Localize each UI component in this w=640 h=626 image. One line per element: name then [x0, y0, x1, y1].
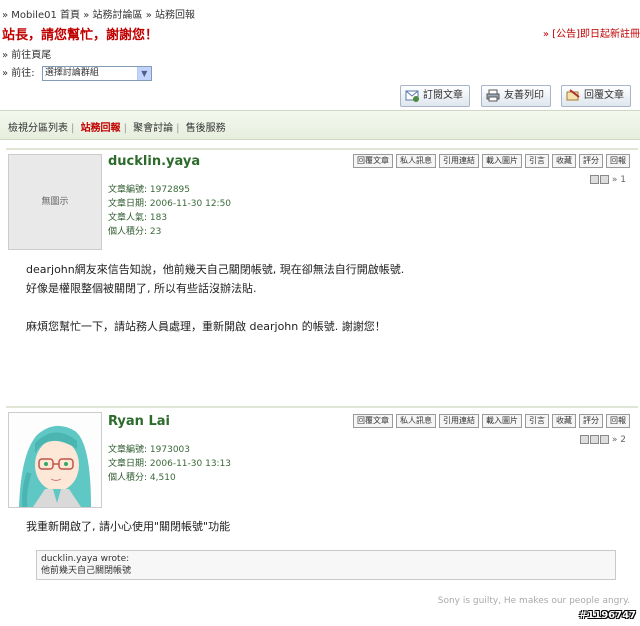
- chevron-down-icon: ▼: [136, 66, 151, 80]
- quote-block: ducklin.yaya wrote: 他前幾天自己關閉帳號: [36, 550, 616, 580]
- post-line: [26, 298, 626, 317]
- load-images-button[interactable]: 載入圖片: [482, 414, 522, 428]
- meta-value: 23: [149, 227, 162, 237]
- quote-button[interactable]: 引言: [525, 414, 549, 428]
- subscribe-button[interactable]: 訂閱文章: [400, 85, 470, 107]
- tab-meetup[interactable]: 聚會討論: [133, 123, 173, 134]
- meta-key: 文章編號:: [108, 445, 148, 455]
- avatar-image: [9, 413, 101, 508]
- print-label: 友善列印: [504, 90, 544, 101]
- tab-subforum-list[interactable]: 檢視分區列表: [8, 123, 68, 134]
- post-meta: 文章編號: 1973003 文章日期: 2006-11-30 13:13 個人積…: [108, 443, 231, 485]
- private-message-button[interactable]: 私人訊息: [396, 154, 436, 168]
- post-body: 我重新開啟了, 請小心使用"關閉帳號"功能: [26, 517, 626, 536]
- load-images-button[interactable]: 載入圖片: [482, 154, 522, 168]
- floor-label: » 1: [611, 175, 626, 185]
- permalink-icon[interactable]: [600, 435, 610, 444]
- reply-label: 回覆文章: [584, 90, 624, 101]
- post-line: dearjohn網友來信告知說，他前幾天自己關閉帳號, 現在卻無法自行開啟帳號.: [26, 263, 405, 276]
- meta-value: 1972895: [149, 185, 191, 195]
- print-button[interactable]: 友善列印: [481, 85, 551, 107]
- post-line: 麻煩您幫忙一下，請站務人員處理，重新開啟 dearjohn 的帳號. 謝謝您！: [26, 320, 386, 333]
- quote-link-button[interactable]: 引用連結: [439, 154, 479, 168]
- goto-label: » 前往:: [2, 68, 35, 79]
- post-actions: 回覆文章 私人訊息 引用連結 載入圖片 引言 收藏 評分 回報: [350, 414, 630, 428]
- rate-button[interactable]: 評分: [579, 414, 603, 428]
- floor-label: » 2: [611, 435, 626, 445]
- meta-key: 個人積分:: [108, 473, 148, 483]
- subscribe-icon: [405, 90, 419, 102]
- post-meta: 文章編號: 1972895 文章日期: 2006-11-30 12:50 文章人…: [108, 183, 231, 239]
- post-author-link[interactable]: Ryan Lai: [108, 414, 170, 429]
- avatar: 無圖示: [8, 154, 102, 250]
- watermark: #1196747: [578, 610, 636, 621]
- signature: Sony is guilty, He makes our people angr…: [437, 596, 630, 606]
- page-title: 站長，請您幫忙，謝謝您！: [2, 28, 159, 43]
- meta-value: 1973003: [149, 445, 191, 455]
- meta-key: 文章日期:: [108, 199, 148, 209]
- bookmark-button[interactable]: 收藏: [552, 154, 576, 168]
- breadcrumb: » Mobile01 首頁 » 站務討論區 » 站務回報: [2, 6, 195, 21]
- breadcrumb-report[interactable]: » 站務回報: [146, 10, 195, 21]
- meta-key: 個人積分:: [108, 227, 148, 237]
- forum-nav-bar: 檢視分區列表 | 站務回報 | 聚會討論 | 售後服務: [0, 110, 640, 140]
- permalink-icon[interactable]: [600, 175, 610, 184]
- meta-value: 183: [149, 213, 168, 223]
- post-author-link[interactable]: ducklin.yaya: [108, 154, 200, 169]
- post-line: 好像是權限整個被關閉了, 所以有些話沒辦法貼.: [26, 282, 257, 295]
- reply-button[interactable]: 回覆文章: [561, 85, 631, 107]
- rate-button[interactable]: 評分: [579, 154, 603, 168]
- floor-number: » 1: [589, 175, 626, 185]
- forum-group-select[interactable]: 選擇討論群組 ▼: [41, 65, 152, 81]
- meta-key: 文章人氣:: [108, 213, 148, 223]
- meta-value: 4,510: [149, 473, 176, 483]
- forum-group-select-value: 選擇討論群組: [44, 67, 99, 78]
- avatar: [8, 412, 102, 508]
- quote-button[interactable]: 引言: [525, 154, 549, 168]
- reply-icon: [566, 89, 580, 101]
- goto-bottom-link[interactable]: » 前往頁尾: [2, 46, 51, 61]
- tab-after-sales[interactable]: 售後服務: [186, 123, 226, 134]
- post-line: 我重新開啟了, 請小心使用"關閉帳號"功能: [26, 520, 231, 533]
- breadcrumb-forum[interactable]: » 站務討論區: [83, 10, 142, 21]
- reply-post-button[interactable]: 回覆文章: [353, 414, 393, 428]
- report-button[interactable]: 回報: [606, 414, 630, 428]
- announcement-link[interactable]: » [公告]即日起新註冊: [543, 25, 640, 40]
- tab-site-report[interactable]: 站務回報: [81, 123, 121, 134]
- report-button[interactable]: 回報: [606, 154, 630, 168]
- printer-icon: [486, 89, 500, 102]
- expand-icon[interactable]: [580, 435, 590, 444]
- breadcrumb-home[interactable]: » Mobile01 首頁: [2, 10, 80, 21]
- quote-author: ducklin.yaya wrote:: [41, 554, 130, 564]
- reply-post-button[interactable]: 回覆文章: [353, 154, 393, 168]
- quote-text: 他前幾天自己關閉帳號: [41, 566, 132, 576]
- floor-number: » 2: [579, 435, 626, 445]
- private-message-button[interactable]: 私人訊息: [396, 414, 436, 428]
- meta-value: 2006-11-30 12:50: [149, 199, 232, 209]
- bookmark-button[interactable]: 收藏: [552, 414, 576, 428]
- subscribe-label: 訂閱文章: [423, 90, 463, 101]
- edit-icon[interactable]: [590, 435, 600, 444]
- meta-key: 文章日期:: [108, 459, 148, 469]
- goto-group: » 前往: 選擇討論群組 ▼: [2, 64, 152, 81]
- expand-icon[interactable]: [590, 175, 600, 184]
- quote-link-button[interactable]: 引用連結: [439, 414, 479, 428]
- meta-value: 2006-11-30 13:13: [149, 459, 232, 469]
- meta-key: 文章編號:: [108, 185, 148, 195]
- post-actions: 回覆文章 私人訊息 引用連結 載入圖片 引言 收藏 評分 回報: [350, 154, 630, 168]
- post-body: dearjohn網友來信告知說，他前幾天自己關閉帳號, 現在卻無法自行開啟帳號.…: [26, 260, 626, 336]
